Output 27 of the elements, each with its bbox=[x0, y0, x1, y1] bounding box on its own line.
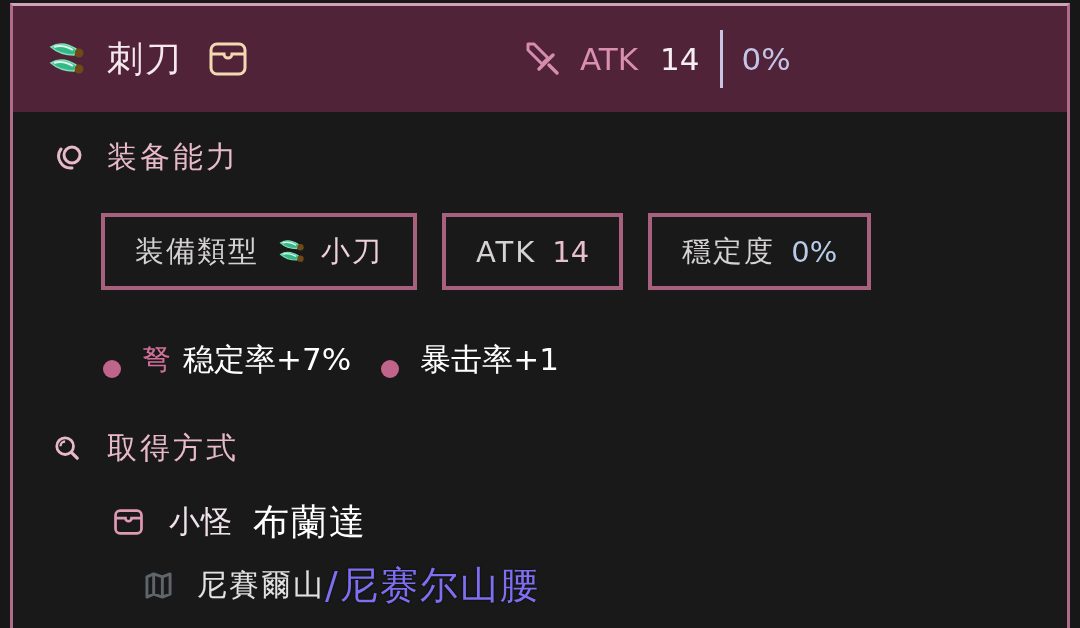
chest-icon bbox=[114, 509, 143, 535]
bonus-text: 暴击率+1 bbox=[420, 340, 559, 379]
search-icon bbox=[54, 435, 80, 461]
stat-value: 小刀 bbox=[321, 232, 383, 270]
location-name: 尼賽爾山 bbox=[197, 565, 325, 604]
map-icon bbox=[145, 571, 172, 599]
item-title: 刺刀 bbox=[107, 36, 183, 81]
location-detail: /尼赛尔山腰 bbox=[325, 561, 540, 609]
source-name: 布蘭達 bbox=[253, 499, 367, 544]
stat-label: ATK bbox=[476, 234, 537, 269]
stability-value: 0% bbox=[741, 41, 791, 77]
section-title: 装备能力 bbox=[107, 137, 239, 176]
stat-value: 14 bbox=[552, 234, 590, 269]
sword-icon bbox=[526, 42, 560, 76]
stat-value: 0% bbox=[791, 234, 838, 269]
bullet-icon bbox=[103, 360, 121, 378]
chest-icon bbox=[209, 42, 247, 76]
atk-value: 14 bbox=[660, 41, 700, 77]
stat-label: 穩定度 bbox=[682, 232, 776, 270]
bullet-icon bbox=[381, 360, 400, 378]
section-title: 取得方式 bbox=[107, 428, 239, 467]
bonus-prefix: 弩 bbox=[142, 341, 171, 378]
stat-label: 装備類型 bbox=[135, 232, 259, 270]
rings-icon bbox=[54, 144, 84, 170]
atk-label: ATK bbox=[580, 41, 639, 77]
source-type: 小怪 bbox=[169, 502, 233, 541]
bonus-text: 稳定率+7% bbox=[183, 340, 352, 379]
